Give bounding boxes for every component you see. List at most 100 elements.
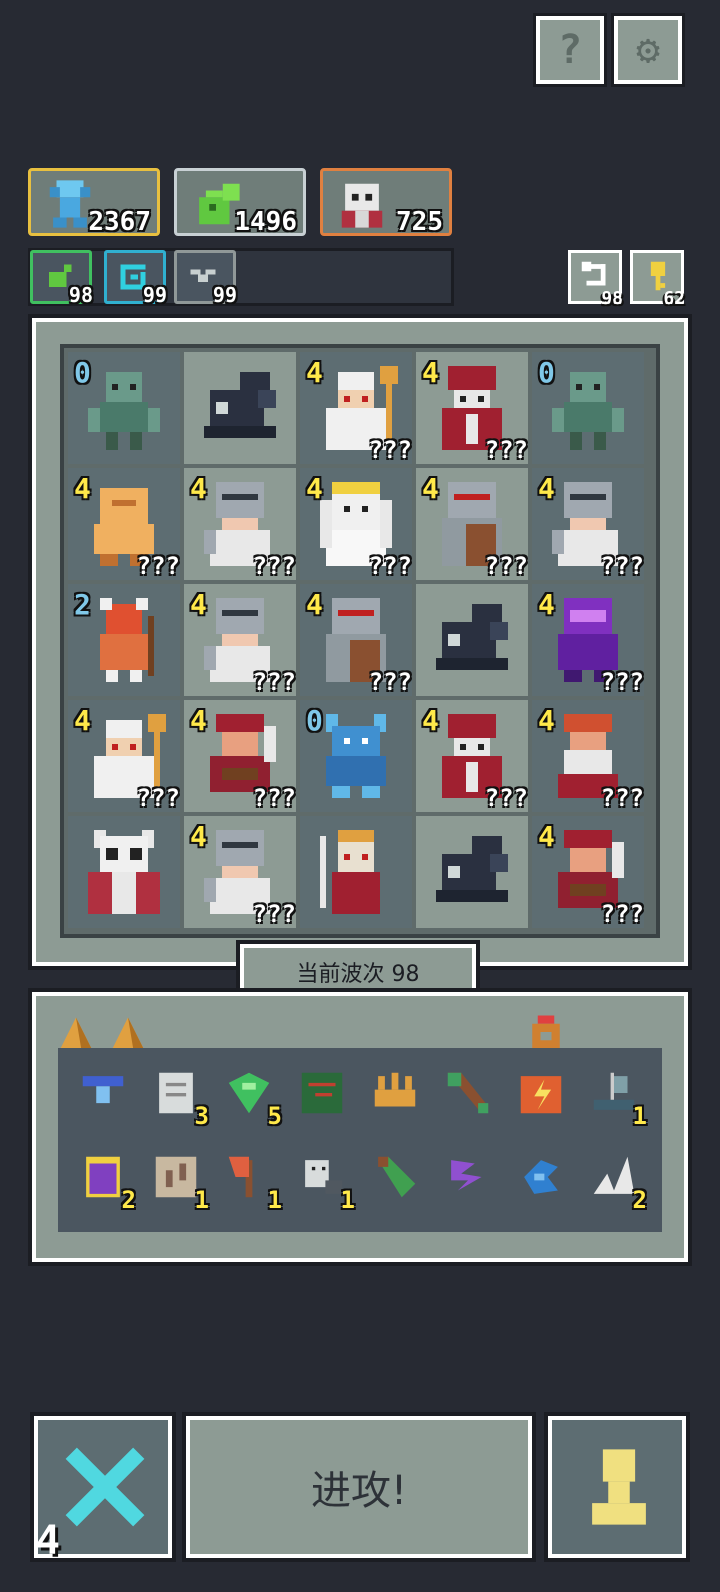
mini-resource-gray: 99 bbox=[174, 250, 237, 307]
unit-unknown-label: ??? bbox=[484, 784, 528, 812]
wind-icon bbox=[436, 836, 508, 902]
unit-cell[interactable] bbox=[416, 816, 528, 928]
resource-skull: 725 bbox=[320, 168, 452, 237]
unit-cell[interactable] bbox=[416, 584, 528, 696]
unit-level: 4 bbox=[190, 472, 207, 505]
item-count: 1 bbox=[267, 1186, 282, 1214]
inventory-item[interactable]: 1 bbox=[143, 1144, 209, 1214]
unit-cell[interactable]: 0 bbox=[300, 700, 412, 812]
inventory-item[interactable]: 2 bbox=[70, 1144, 136, 1214]
crown-icon bbox=[374, 1072, 416, 1107]
mini-resource-cyan: 99 bbox=[104, 250, 167, 307]
unit-level: 4 bbox=[422, 356, 439, 389]
unit-level: 4 bbox=[306, 472, 323, 505]
refresh-button[interactable]: 98 bbox=[568, 250, 623, 309]
item-count: 3 bbox=[194, 1102, 209, 1130]
unit-cell[interactable] bbox=[300, 816, 412, 928]
unit-unknown-label: ??? bbox=[368, 552, 412, 580]
inventory-item[interactable]: 5 bbox=[216, 1060, 282, 1130]
inventory-item[interactable] bbox=[70, 1060, 136, 1126]
unit-level: 0 bbox=[74, 356, 91, 389]
unit-cell[interactable]: 4??? bbox=[532, 700, 644, 812]
unit-cell[interactable]: 4??? bbox=[184, 816, 296, 928]
vial-icon bbox=[378, 1156, 416, 1198]
item-count: 1 bbox=[632, 1102, 647, 1130]
unit-cell[interactable]: 4??? bbox=[300, 468, 412, 580]
unit-cell[interactable]: 0 bbox=[532, 352, 644, 464]
unit-unknown-label: ??? bbox=[368, 436, 412, 464]
resource-value: 2367 bbox=[88, 207, 151, 237]
unit-cell[interactable]: 4??? bbox=[300, 352, 412, 464]
unit-cell[interactable] bbox=[184, 352, 296, 464]
unit-cell[interactable] bbox=[68, 816, 180, 928]
unit-cell[interactable]: 4??? bbox=[532, 584, 644, 696]
unit-cell[interactable]: 4??? bbox=[416, 468, 528, 580]
unit-cell[interactable]: 4??? bbox=[68, 700, 180, 812]
help-button[interactable]: ? bbox=[533, 13, 607, 87]
unit-cell[interactable]: 4??? bbox=[416, 352, 528, 464]
unit-level: 2 bbox=[74, 588, 91, 621]
item-count: 2 bbox=[632, 1186, 647, 1214]
inventory-item[interactable] bbox=[508, 1144, 574, 1210]
inventory-item[interactable]: 3 bbox=[143, 1060, 209, 1130]
amulet-icon bbox=[82, 1076, 124, 1104]
unit-unknown-label: ??? bbox=[252, 784, 296, 812]
unit-cell[interactable]: 2 bbox=[68, 584, 180, 696]
inventory-item[interactable] bbox=[362, 1144, 428, 1210]
attack-button[interactable]: 进攻! bbox=[182, 1412, 536, 1562]
unit-unknown-label: ??? bbox=[600, 784, 644, 812]
inventory-item[interactable]: 1 bbox=[216, 1144, 282, 1214]
inventory-item[interactable] bbox=[362, 1060, 428, 1126]
question-icon: ? bbox=[557, 27, 583, 73]
inventory-item[interactable] bbox=[435, 1060, 501, 1126]
unit-level: 4 bbox=[190, 704, 207, 737]
mini-resource-value: 98 bbox=[68, 283, 93, 307]
unit-cell[interactable]: 0 bbox=[68, 352, 180, 464]
unit-level: 4 bbox=[306, 356, 323, 389]
unit-cell[interactable]: 4??? bbox=[532, 816, 644, 928]
unit-grid: 0 4??? 4??? 0 4??? 4??? 4??? 4??? 4??? 2 4??? 4??? 4… bbox=[60, 344, 660, 938]
unit-unknown-label: ??? bbox=[252, 668, 296, 696]
unit-level: 4 bbox=[538, 472, 555, 505]
inventory-item[interactable] bbox=[289, 1060, 355, 1126]
cancel-button[interactable]: 4 bbox=[30, 1412, 176, 1564]
wave-icon bbox=[524, 1160, 558, 1194]
box-icon bbox=[520, 1076, 562, 1114]
unit-unknown-label: ??? bbox=[484, 436, 528, 464]
unit-cell[interactable]: 4??? bbox=[416, 700, 528, 812]
unit-unknown-label: ??? bbox=[368, 668, 412, 696]
unit-cell[interactable]: 4??? bbox=[184, 700, 296, 812]
resource-value: 725 bbox=[396, 207, 443, 237]
resource-value: 1496 bbox=[234, 207, 297, 237]
mini-resource-value: 99 bbox=[212, 283, 237, 307]
hero-button[interactable] bbox=[544, 1412, 690, 1562]
pawn-icon bbox=[592, 1449, 646, 1525]
settings-button[interactable]: ⚙ bbox=[611, 13, 685, 87]
unit-level: 4 bbox=[190, 588, 207, 621]
inventory-item[interactable]: 1 bbox=[289, 1144, 355, 1214]
unit-level: 0 bbox=[538, 356, 555, 389]
inventory-item[interactable] bbox=[435, 1144, 501, 1210]
wave-label: 当前波次 98 bbox=[296, 962, 420, 987]
unit-level: 4 bbox=[306, 588, 323, 621]
unit-level: 4 bbox=[422, 704, 439, 737]
unit-cell[interactable]: 4??? bbox=[532, 468, 644, 580]
inventory-item[interactable] bbox=[508, 1060, 574, 1126]
unit-level: 4 bbox=[74, 704, 91, 737]
unit-unknown-label: ??? bbox=[600, 668, 644, 696]
unit-cell[interactable]: 4??? bbox=[68, 468, 180, 580]
unit-cell[interactable]: 4??? bbox=[300, 584, 412, 696]
unit-cell[interactable]: 4??? bbox=[184, 468, 296, 580]
unit-cell[interactable]: 4??? bbox=[184, 584, 296, 696]
unit-level: 4 bbox=[74, 472, 91, 505]
unit-level: 4 bbox=[190, 820, 207, 853]
item-count: 1 bbox=[194, 1186, 209, 1214]
inventory-item[interactable]: 1 bbox=[581, 1060, 647, 1130]
unit-level: 4 bbox=[538, 588, 555, 621]
key-button[interactable]: 62 bbox=[630, 250, 685, 309]
cross-icon bbox=[65, 1447, 145, 1527]
inventory-item[interactable]: 2 bbox=[581, 1144, 647, 1214]
wind-icon bbox=[436, 604, 508, 670]
mini-resource-green: 98 bbox=[30, 250, 93, 307]
mini-resource-value: 99 bbox=[142, 283, 167, 307]
